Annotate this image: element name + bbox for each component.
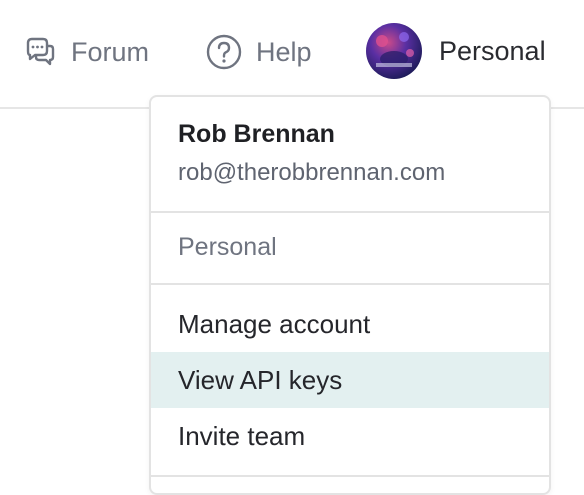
forum-label: Forum: [71, 36, 150, 67]
invite-team-item[interactable]: Invite team: [151, 408, 549, 464]
forum-link[interactable]: Forum: [22, 32, 149, 72]
manage-account-item[interactable]: Manage account: [151, 296, 549, 352]
user-name: Rob Brennan: [178, 120, 335, 148]
forum-icon: [22, 34, 58, 70]
top-navigation-bar: Forum Help Personal: [0, 0, 584, 109]
account-menu-button[interactable]: Personal: [366, 22, 546, 80]
workspace-personal[interactable]: Personal: [178, 233, 277, 262]
help-label: Help: [256, 36, 312, 67]
account-label: Personal: [439, 35, 546, 66]
menu-divider: [151, 475, 549, 477]
user-avatar: [366, 23, 422, 79]
user-info-section: Rob Brennan rob@therobbrennan.com: [151, 97, 549, 213]
workspace-section: Personal: [151, 213, 549, 285]
account-dropdown-menu: Rob Brennan rob@therobbrennan.com Person…: [149, 95, 551, 495]
help-link[interactable]: Help: [205, 32, 312, 72]
question-circle-icon: [205, 33, 243, 71]
view-api-keys-item[interactable]: View API keys: [151, 352, 549, 408]
user-email: rob@therobbrennan.com: [178, 159, 446, 186]
